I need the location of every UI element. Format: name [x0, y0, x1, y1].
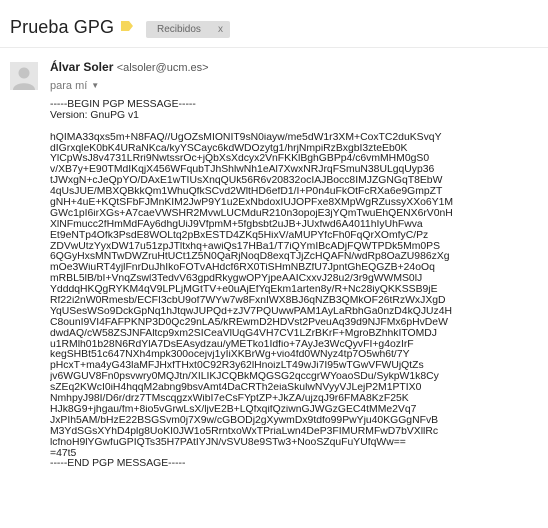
pgp-ciphertext-line: pHcxT+ma4yG43laMFJHxfTHxt0C92R3y62lHnoiz…: [50, 361, 424, 372]
label-chip-text: Recibidos: [157, 24, 201, 35]
thread-header: Prueba GPG Recibidos x: [0, 0, 548, 46]
pgp-ciphertext-line: kegSHBt51c647NXh4mpk300ocejvj1yIiXKBrWg+…: [50, 350, 410, 361]
header-divider: [0, 47, 548, 48]
pgp-ciphertext-line: dwdAQ/cW58ZSJNFAltcp9xm2SICeaVlUqG4VH7CV…: [50, 328, 437, 339]
pgp-ciphertext-line: dIGrxqleK0bK4URaNKca/kyYSCayc6kdWDOzytg1…: [50, 143, 408, 154]
pgp-ciphertext-line: ZDVwUtzYyxDW17u51zpJTltxhq+awiQs17HBa1/T…: [50, 241, 441, 252]
pgp-ciphertext-line: hQIMA33qxs5m+N8FAQ//UgOZsMIONIT9sN0iayw/…: [50, 132, 442, 143]
pgp-ciphertext-line: v/XB7y+E90TMdIKqjX456WFqubTJhShlwNh1eAl7…: [50, 165, 435, 176]
pgp-ciphertext-line: tJWxgN+cJeQpYO/DAxE1wTIUsXnqQUk56R6v2083…: [50, 176, 443, 187]
message-body: -----BEGIN PGP MESSAGE----- Version: Gnu…: [50, 100, 546, 470]
recipient-line[interactable]: para mí ▼: [50, 80, 99, 92]
pgp-ciphertext-line: gNH+4uE+KQtSFbFJMnKIM2JwP9Y1u2ExNbdoxIUJ…: [50, 198, 454, 209]
pgp-ciphertext-line: lcfnoH9lYGwfuGPIQTs35H7PAtIYJN/vSVU8e9ST…: [50, 437, 406, 448]
pgp-ciphertext-line: C8ounI9VI4FAFPKNP3D0Qc29nLA5/kREwmD2HDVs…: [50, 317, 448, 328]
pgp-ciphertext-line: mOe3WiuRT4yjlFnrDuJhIkoFOTvAHdcf6RX0TiSH…: [50, 263, 435, 274]
sender-line: Álvar Soler <alsoler@ucm.es>: [50, 60, 209, 74]
pgp-ciphertext-line: -----END PGP MESSAGE-----: [50, 459, 186, 470]
pgp-ciphertext-line: mRBL5lB/bI+VnqZswl3TedvV63gpdRkygwOPYjpe…: [50, 274, 423, 285]
label-chip-inbox[interactable]: Recibidos x: [146, 21, 230, 38]
expand-details-icon[interactable]: ▼: [91, 81, 99, 90]
avatar[interactable]: [10, 62, 38, 90]
pgp-ciphertext-line: XlNFmucc2fHmMdFAy6dhgUiJ9VfpmM+5fgbsbt2u…: [50, 219, 423, 230]
pgp-ciphertext-line: 4qUsJUE/MBXQBkkQm1WhuQfkSCvd2WltHD6efD1/…: [50, 187, 443, 198]
pgp-ciphertext-line: YqUSesWSo9DckGpNq1hJtqwJUPQd+zJV7PQUwwPA…: [50, 306, 453, 317]
pgp-ciphertext-line: M3YdSGsXYhD4plg8UoKI0JW1o5RrntxoWxTPriaL…: [50, 426, 439, 437]
pgp-ciphertext-line: Rf22i2nW0Rmesb/ECFI3cbU9of7WYw7w8FxnIWX8…: [50, 296, 446, 307]
sender-name[interactable]: Álvar Soler: [50, 60, 113, 74]
pgp-version-line: Version: GnuPG v1: [50, 110, 139, 121]
default-avatar-icon: [10, 62, 38, 90]
pgp-ciphertext: hQIMA33qxs5m+N8FAQ//UgOZsMIONIT9sN0iayw/…: [50, 133, 546, 471]
pgp-ciphertext-line: JxPIh5AM/bHzE22BSGSvm0j7X9w/cGBODj2gXywm…: [50, 415, 439, 426]
pgp-ciphertext-line: Et9eNTp4Ofk3PsdE8WOLtq2pBxESTD4ZKq5HixV/…: [50, 230, 429, 241]
pgp-ciphertext-line: sZEq2KWcI0iH4hqqM2abng9bsvAmt4DaCRTh2eia…: [50, 383, 422, 394]
pgp-begin-line: -----BEGIN PGP MESSAGE-----: [50, 100, 196, 110]
pgp-ciphertext-line: GWc1pI6irXGs+A7caeVWSHR2MvwLUCMduR210n3o…: [50, 208, 453, 219]
sender-email: <alsoler@ucm.es>: [116, 62, 209, 74]
pgp-ciphertext-line: 6QGyHxsMNTwDWZruHtUCt1Z5N0QaRjNoqD8exqTJ…: [50, 252, 450, 263]
pgp-ciphertext-line: YlCpWsJ8v4731LRri9NwtssrOc+jQbXsXdcyx2Vn…: [50, 154, 430, 165]
pgp-ciphertext-line: u1RMlh01b28N6RdYlA7DsEAsydzau/yMETko1Idf…: [50, 339, 414, 350]
pgp-ciphertext-line: YdddqHKQgRYKM4qV9LPLjMGtTV+e0uAjEfYqEkm1…: [50, 285, 438, 296]
pgp-ciphertext-line: jv6WGUV8Fn0psvwry0MQJtn/XILIKJCQBkMQGSG2…: [50, 372, 439, 383]
importance-marker-icon[interactable]: [121, 21, 133, 31]
pgp-ciphertext-line: NmhpyJ98I/D6r/drz7TMscqgzxWibI7eCsFYptZP…: [50, 394, 409, 405]
pgp-ciphertext-line: =47t5: [50, 448, 77, 459]
recipient-label: para mí: [50, 80, 88, 92]
message-subject: Prueba GPG: [10, 17, 115, 37]
remove-label-icon[interactable]: x: [218, 21, 223, 38]
pgp-ciphertext-line: HJk8G9+jhgau/fm+8io5vGrwLsX/ljvE2B+LQfxq…: [50, 404, 417, 415]
